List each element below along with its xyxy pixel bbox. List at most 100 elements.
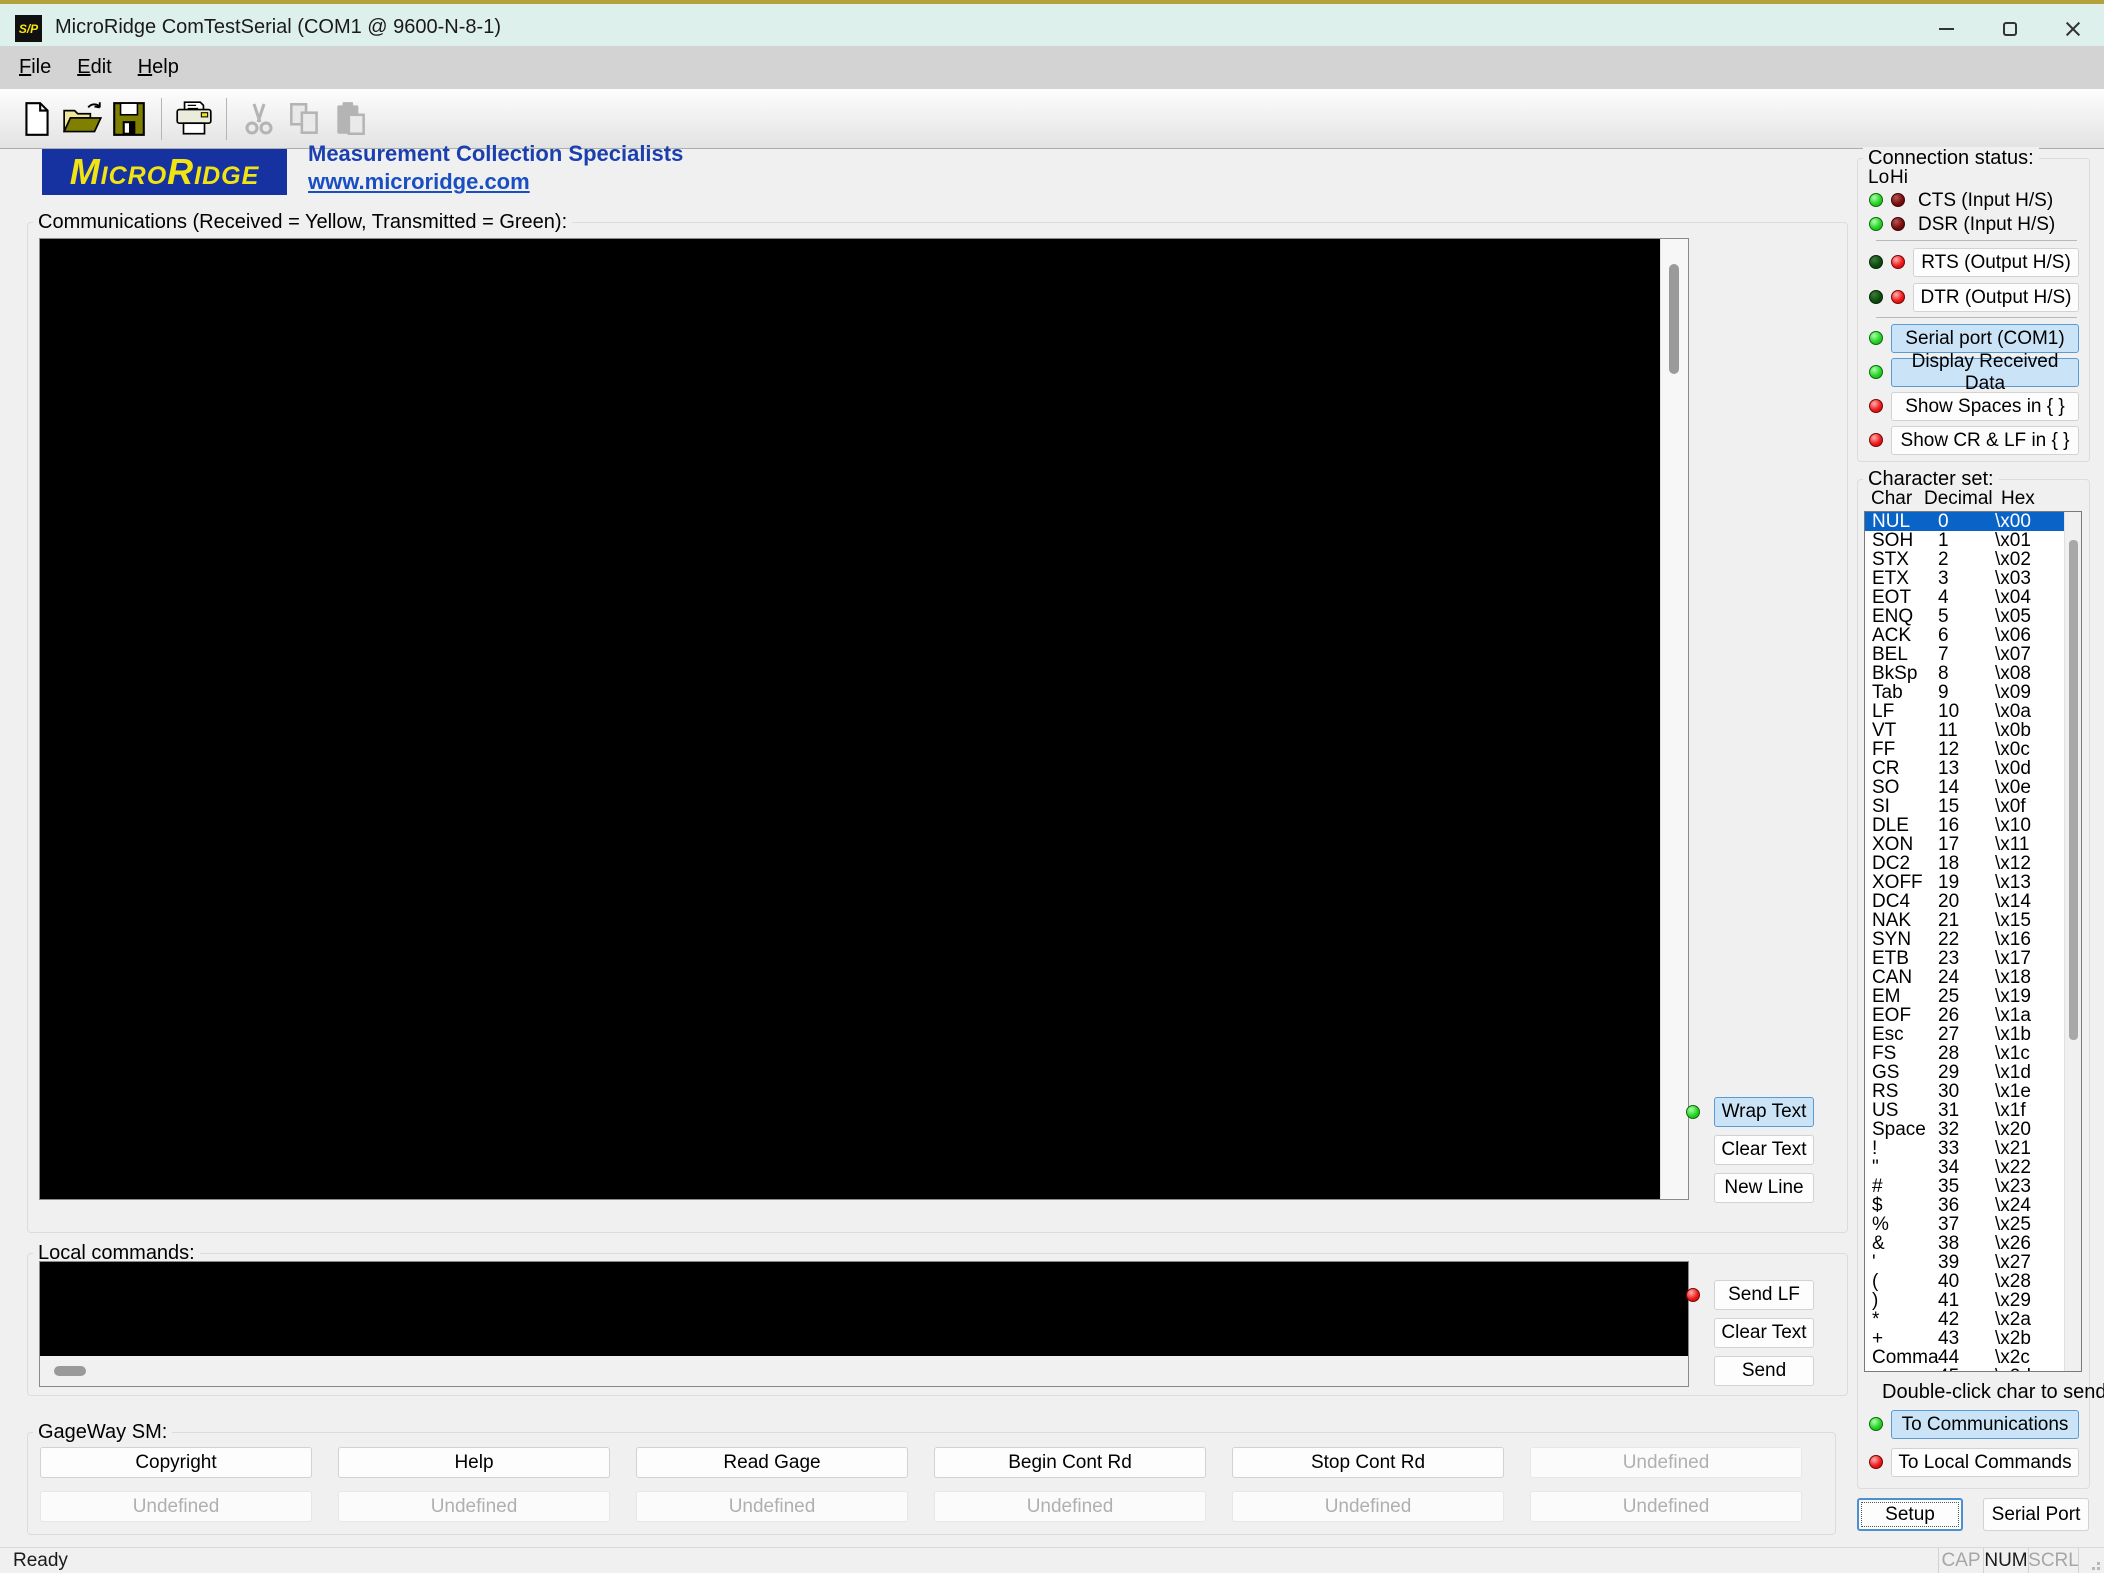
charset-row[interactable]: ENQ5\x05 xyxy=(1865,607,2064,626)
charset-row[interactable]: %37\x25 xyxy=(1865,1215,2064,1234)
gageway-button-r1-c2[interactable]: Help xyxy=(338,1447,610,1478)
charset-row[interactable]: LF10\x0a xyxy=(1865,702,2064,721)
charset-row[interactable]: SI15\x0f xyxy=(1865,797,2064,816)
gageway-button-r1-c1[interactable]: Copyright xyxy=(40,1447,312,1478)
local-commands-scrollbar-thumb[interactable] xyxy=(54,1366,86,1376)
charset-row[interactable]: STX2\x02 xyxy=(1865,550,2064,569)
communications-scrollbar[interactable] xyxy=(1660,239,1688,1199)
maximize-button[interactable] xyxy=(1978,8,2041,50)
charset-listbox[interactable]: NUL0\x00SOH1\x01STX2\x02ETX3\x03EOT4\x04… xyxy=(1864,511,2082,1372)
gageway-button-r1-c5[interactable]: Stop Cont Rd xyxy=(1232,1447,1504,1478)
save-file-button[interactable] xyxy=(106,95,152,143)
open-file-button[interactable] xyxy=(60,95,106,143)
charset-scrollbar-thumb[interactable] xyxy=(2069,540,2078,1040)
setup-button[interactable]: Setup xyxy=(1857,1498,1963,1531)
charset-row[interactable]: EOF26\x1a xyxy=(1865,1006,2064,1025)
charset-row[interactable]: !33\x21 xyxy=(1865,1139,2064,1158)
gageway-button-r2-c6[interactable]: Undefined xyxy=(1530,1491,1802,1522)
copy-button[interactable] xyxy=(282,95,328,143)
to-local-commands-button[interactable]: To Local Commands xyxy=(1891,1448,2079,1477)
charset-row[interactable]: Space32\x20 xyxy=(1865,1120,2064,1139)
new-line-button[interactable]: New Line xyxy=(1714,1173,1814,1203)
send-lf-button[interactable]: Send LF xyxy=(1714,1280,1814,1310)
communications-scrollbar-thumb[interactable] xyxy=(1669,264,1679,374)
gageway-button-r1-c3[interactable]: Read Gage xyxy=(636,1447,908,1478)
charset-row[interactable]: Esc27\x1b xyxy=(1865,1025,2064,1044)
charset-row[interactable]: EOT4\x04 xyxy=(1865,588,2064,607)
gageway-button-r2-c2[interactable]: Undefined xyxy=(338,1491,610,1522)
serial-port-toggle-button[interactable]: Serial port (COM1) xyxy=(1891,324,2079,353)
charset-row[interactable]: (40\x28 xyxy=(1865,1272,2064,1291)
charset-row[interactable]: US31\x1f xyxy=(1865,1101,2064,1120)
charset-row[interactable]: )41\x29 xyxy=(1865,1291,2064,1310)
menu-edit[interactable]: Edit xyxy=(64,46,124,89)
charset-row[interactable]: SO14\x0e xyxy=(1865,778,2064,797)
display-received-button[interactable]: Display Received Data xyxy=(1891,358,2079,387)
charset-row[interactable]: EM25\x19 xyxy=(1865,987,2064,1006)
rts-button[interactable]: RTS (Output H/S) xyxy=(1913,248,2079,277)
charset-cell-hex: \x05 xyxy=(1995,607,2064,626)
charset-row[interactable]: -45\x2d xyxy=(1865,1367,2064,1371)
charset-row[interactable]: ETX3\x03 xyxy=(1865,569,2064,588)
local-commands-input[interactable] xyxy=(40,1262,1688,1356)
gageway-button-r2-c5[interactable]: Undefined xyxy=(1232,1491,1504,1522)
cts-hi-led-icon xyxy=(1891,193,1905,207)
menu-help[interactable]: Help xyxy=(125,46,192,89)
charset-row[interactable]: FS28\x1c xyxy=(1865,1044,2064,1063)
charset-row[interactable]: FF12\x0c xyxy=(1865,740,2064,759)
charset-row[interactable]: SYN22\x16 xyxy=(1865,930,2064,949)
charset-row[interactable]: Comma44\x2c xyxy=(1865,1348,2064,1367)
communications-display[interactable] xyxy=(40,239,1660,1199)
charset-row[interactable]: ACK6\x06 xyxy=(1865,626,2064,645)
send-button[interactable]: Send xyxy=(1714,1356,1814,1386)
charset-row[interactable]: SOH1\x01 xyxy=(1865,531,2064,550)
gageway-button-r2-c1[interactable]: Undefined xyxy=(40,1491,312,1522)
charset-row[interactable]: $36\x24 xyxy=(1865,1196,2064,1215)
charset-row[interactable]: BkSp8\x08 xyxy=(1865,664,2064,683)
charset-row[interactable]: "34\x22 xyxy=(1865,1158,2064,1177)
charset-row[interactable]: &38\x26 xyxy=(1865,1234,2064,1253)
local-clear-text-button[interactable]: Clear Text xyxy=(1714,1318,1814,1348)
charset-scrollbar[interactable] xyxy=(2064,512,2081,1371)
serial-port-button[interactable]: Serial Port xyxy=(1983,1498,2089,1531)
charset-row[interactable]: NAK21\x15 xyxy=(1865,911,2064,930)
charset-row[interactable]: GS29\x1d xyxy=(1865,1063,2064,1082)
website-link[interactable]: www.microridge.com xyxy=(308,169,530,195)
charset-row[interactable]: *42\x2a xyxy=(1865,1310,2064,1329)
cut-button[interactable] xyxy=(236,95,282,143)
charset-row[interactable]: CR13\x0d xyxy=(1865,759,2064,778)
minimize-button[interactable] xyxy=(1915,8,1978,50)
to-communications-button[interactable]: To Communications xyxy=(1891,1410,2079,1439)
gageway-button-r2-c4[interactable]: Undefined xyxy=(934,1491,1206,1522)
gageway-button-r1-c6[interactable]: Undefined xyxy=(1530,1447,1802,1478)
charset-row[interactable]: XOFF19\x13 xyxy=(1865,873,2064,892)
charset-row[interactable]: RS30\x1e xyxy=(1865,1082,2064,1101)
show-crlf-button[interactable]: Show CR & LF in { } xyxy=(1891,426,2079,455)
charset-row[interactable]: CAN24\x18 xyxy=(1865,968,2064,987)
charset-row[interactable]: XON17\x11 xyxy=(1865,835,2064,854)
charset-row[interactable]: DLE16\x10 xyxy=(1865,816,2064,835)
paste-button[interactable] xyxy=(328,95,374,143)
gageway-button-r2-c3[interactable]: Undefined xyxy=(636,1491,908,1522)
close-button[interactable] xyxy=(2041,8,2104,50)
charset-row[interactable]: Tab9\x09 xyxy=(1865,683,2064,702)
resize-grip[interactable] xyxy=(2078,1548,2104,1573)
wrap-text-button[interactable]: Wrap Text xyxy=(1714,1097,1814,1127)
charset-row[interactable]: #35\x23 xyxy=(1865,1177,2064,1196)
charset-row[interactable]: VT11\x0b xyxy=(1865,721,2064,740)
show-spaces-button[interactable]: Show Spaces in { } xyxy=(1891,392,2079,421)
local-commands-scrollbar[interactable] xyxy=(40,1356,1688,1386)
charset-row[interactable]: DC218\x12 xyxy=(1865,854,2064,873)
new-file-button[interactable] xyxy=(14,95,60,143)
charset-row[interactable]: +43\x2b xyxy=(1865,1329,2064,1348)
print-button[interactable] xyxy=(171,95,217,143)
charset-row[interactable]: '39\x27 xyxy=(1865,1253,2064,1272)
comms-clear-text-button[interactable]: Clear Text xyxy=(1714,1135,1814,1165)
charset-row[interactable]: ETB23\x17 xyxy=(1865,949,2064,968)
charset-row[interactable]: DC420\x14 xyxy=(1865,892,2064,911)
charset-row[interactable]: NUL0\x00 xyxy=(1865,512,2064,531)
charset-row[interactable]: BEL7\x07 xyxy=(1865,645,2064,664)
gageway-button-r1-c4[interactable]: Begin Cont Rd xyxy=(934,1447,1206,1478)
dtr-button[interactable]: DTR (Output H/S) xyxy=(1913,283,2079,312)
menu-file[interactable]: File xyxy=(6,46,64,89)
